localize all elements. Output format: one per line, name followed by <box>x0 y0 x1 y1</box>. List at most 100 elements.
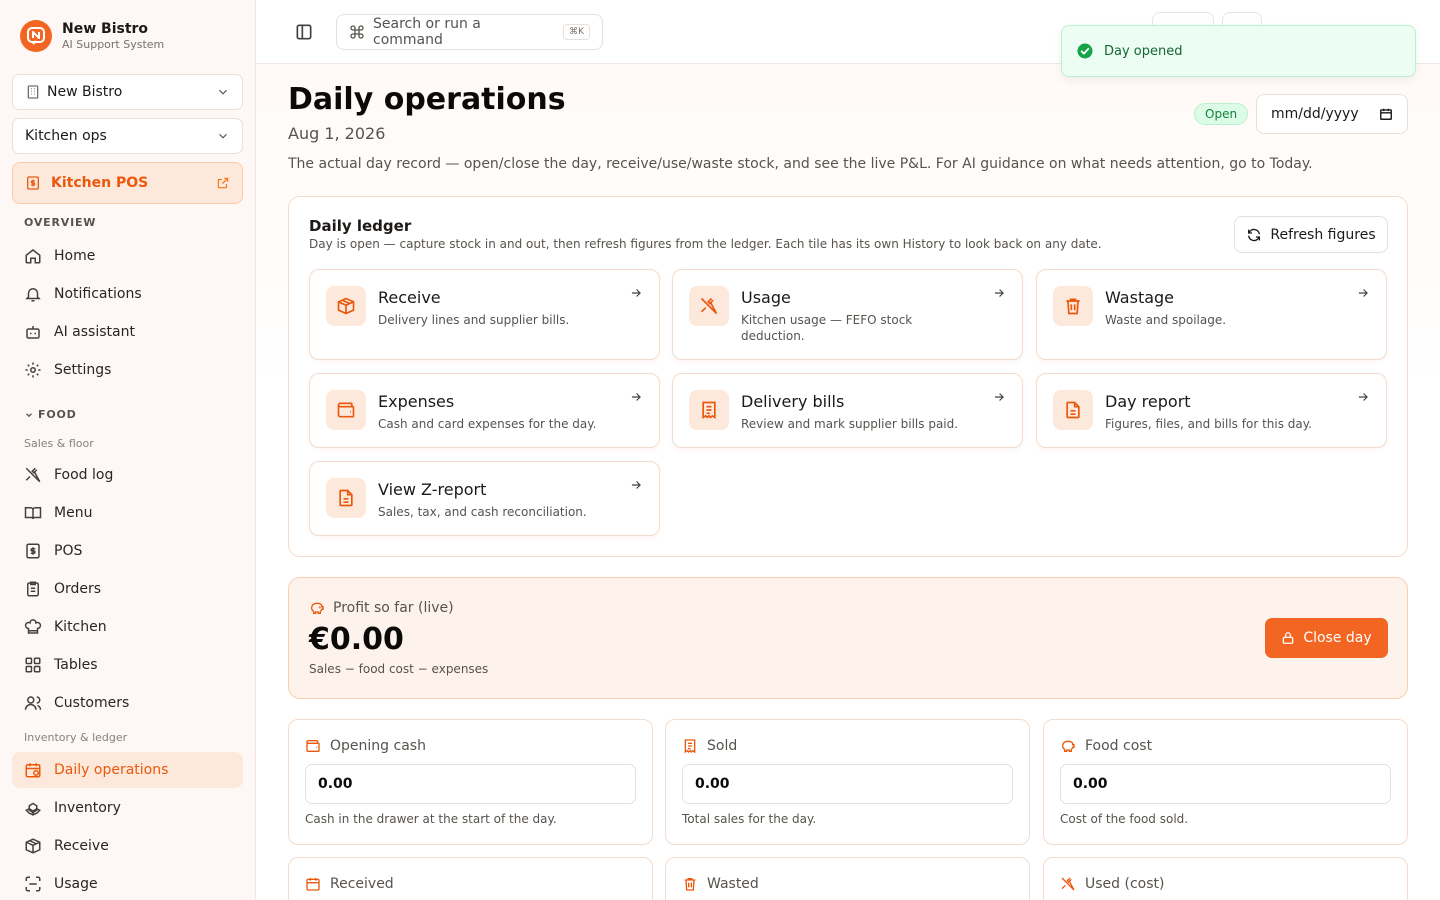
stat-sold: Sold 0.00 Total sales for the day. <box>665 719 1030 845</box>
gear-icon <box>25 362 41 378</box>
sidebar-item-label: Customers <box>54 695 130 711</box>
sidebar-item-label: Usage <box>54 876 98 892</box>
mode-select[interactable]: Kitchen ops <box>12 118 243 154</box>
dollar-receipt-icon <box>27 176 39 190</box>
stat-food-cost: Food cost 0.00 Cost of the food sold. <box>1043 719 1408 845</box>
stat-label: Wasted <box>682 876 759 892</box>
tile-z-report[interactable]: View Z-report Sales, tax, and cash recon… <box>309 461 660 536</box>
tile-description: Review and mark supplier bills paid. <box>741 417 959 431</box>
sidebar-item-label: Home <box>54 248 96 264</box>
sidebar-item-label: Orders <box>54 581 102 597</box>
file-text-icon <box>1053 390 1093 430</box>
command-icon <box>350 25 364 39</box>
date-picker-input[interactable]: mm/dd/yyyy <box>1256 94 1408 134</box>
chevron-down-icon <box>26 412 32 417</box>
sidebar-item-pos[interactable]: POS <box>12 534 243 568</box>
brand-logo-icon <box>20 20 52 52</box>
stat-label: Food cost <box>1060 738 1152 754</box>
arrow-right-icon <box>1358 393 1368 401</box>
opening-cash-input[interactable]: 0.00 <box>305 764 636 804</box>
sidebar-item-receive[interactable]: Receive <box>12 829 243 863</box>
sidebar-item-menu[interactable]: Menu <box>12 496 243 530</box>
tile-expenses[interactable]: Expenses Cash and card expenses for the … <box>309 373 660 448</box>
sidebar-item-label: Kitchen <box>54 619 107 635</box>
stat-label: Sold <box>682 738 737 754</box>
date-input-placeholder: mm/dd/yyyy <box>1271 106 1359 122</box>
sidebar-toggle-button[interactable] <box>294 22 314 46</box>
utensils-crossed-icon <box>1061 877 1075 891</box>
sidebar-item-ai-assistant[interactable]: AI assistant <box>12 315 243 349</box>
stat-hint: Cost of the food sold. <box>1060 812 1189 826</box>
sidebar-item-orders[interactable]: Orders <box>12 572 243 606</box>
sidebar-item-home[interactable]: Home <box>12 239 243 273</box>
profit-value: €0.00 <box>309 622 404 657</box>
stat-label-text: Food cost <box>1085 738 1153 754</box>
dollar-receipt-icon <box>26 543 40 559</box>
close-day-button[interactable]: Close day <box>1265 618 1388 658</box>
tile-wastage[interactable]: Wastage Waste and spoilage. <box>1036 269 1387 360</box>
sidebar-item-tables[interactable]: Tables <box>12 648 243 682</box>
sidebar-item-label: AI assistant <box>54 324 135 340</box>
sidebar-item-label: Notifications <box>54 286 142 302</box>
sidebar-item-label: Receive <box>54 838 109 854</box>
sales-floor-subtitle: Sales & floor <box>24 437 94 450</box>
tile-description: Delivery lines and supplier bills. <box>378 313 570 327</box>
chevron-down-icon <box>219 133 227 139</box>
close-day-label: Close day <box>1303 630 1372 646</box>
scan-icon <box>25 876 41 892</box>
sidebar-item-inventory[interactable]: Inventory <box>12 791 243 825</box>
overview-section-title: OVERVIEW <box>24 216 97 229</box>
refresh-figures-label: Refresh figures <box>1270 226 1376 243</box>
kitchen-pos-button[interactable]: Kitchen POS <box>12 162 243 204</box>
tile-title: Wastage <box>1105 288 1175 307</box>
wallet-icon <box>326 390 366 430</box>
tile-title: Day report <box>1105 392 1191 411</box>
sidebar-item-settings[interactable]: Settings <box>12 353 243 387</box>
toast-message: Day opened <box>1104 43 1183 59</box>
restaurant-select[interactable]: New Bistro <box>12 74 243 110</box>
sold-input[interactable]: 0.00 <box>682 764 1013 804</box>
home-icon <box>25 249 41 264</box>
food-section-toggle[interactable]: FOOD <box>24 408 77 421</box>
panel-left-icon <box>296 24 312 40</box>
stat-label-text: Used (cost) <box>1085 876 1165 892</box>
profit-label-text: Profit so far (live) <box>333 600 454 616</box>
calendar-clock-icon <box>25 763 41 778</box>
command-search[interactable]: Search or run a command ⌘K <box>336 14 603 50</box>
food-section-title: FOOD <box>38 408 77 421</box>
sidebar-item-label: Daily operations <box>54 762 169 778</box>
brand[interactable]: New Bistro AI Support System <box>20 20 164 52</box>
shortcut-hint: ⌘K <box>563 24 591 40</box>
tile-day-report[interactable]: Day report Figures, files, and bills for… <box>1036 373 1387 448</box>
status-badge: Open <box>1194 103 1249 125</box>
calendar-icon[interactable] <box>1379 107 1393 121</box>
sidebar-item-kitchen[interactable]: Kitchen <box>12 610 243 644</box>
search-placeholder: Search or run a command <box>373 16 481 48</box>
sidebar-item-daily-operations[interactable]: Daily operations <box>12 752 243 788</box>
inventory-ledger-subtitle: Inventory & ledger <box>24 731 128 744</box>
tile-title: Receive <box>378 288 441 307</box>
arrow-right-icon <box>631 289 641 297</box>
sidebar-item-food-log[interactable]: Food log <box>12 458 243 492</box>
sidebar-item-label: Inventory <box>54 800 121 816</box>
sidebar-item-customers[interactable]: Customers <box>12 686 243 720</box>
bot-icon <box>26 326 40 339</box>
tile-description: Waste and spoilage. <box>1105 313 1227 327</box>
sidebar-item-label: Food log <box>54 467 114 483</box>
sidebar-item-usage[interactable]: Usage <box>12 867 243 900</box>
bell-icon <box>25 288 41 302</box>
tile-usage[interactable]: Usage Kitchen usage — FEFO stock deducti… <box>672 269 1023 360</box>
arrow-right-icon <box>994 393 1004 401</box>
stat-label-text: Wasted <box>707 876 759 892</box>
stat-label-text: Received <box>330 876 394 892</box>
food-cost-input[interactable]: 0.00 <box>1060 764 1391 804</box>
sidebar-item-notifications[interactable]: Notifications <box>12 277 243 311</box>
refresh-figures-button[interactable]: Refresh figures <box>1234 216 1388 253</box>
tile-title: Delivery bills <box>741 392 845 411</box>
tile-delivery-bills[interactable]: Delivery bills Review and mark supplier … <box>672 373 1023 448</box>
piggy-bank-icon <box>1061 740 1075 752</box>
receipt-icon <box>689 390 729 430</box>
ledger-title: Daily ledger <box>309 217 412 235</box>
stat-label: Received <box>305 876 394 892</box>
tile-receive[interactable]: Receive Delivery lines and supplier bill… <box>309 269 660 360</box>
